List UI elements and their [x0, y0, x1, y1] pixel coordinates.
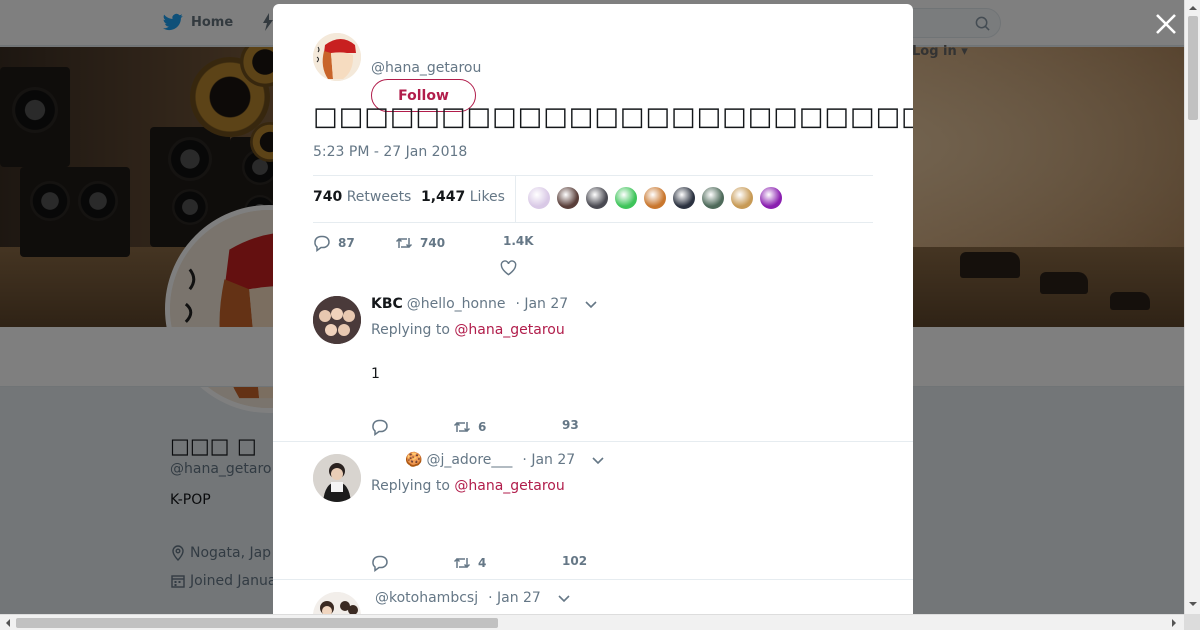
reply-icon: [314, 235, 330, 252]
retweet-count: 740: [420, 236, 446, 250]
chevron-down-icon[interactable]: [591, 455, 605, 465]
liker-avatars: [527, 186, 783, 210]
retweet-count: 4: [478, 556, 487, 570]
liker-avatar[interactable]: [730, 186, 754, 210]
reply-icon: [372, 419, 388, 436]
tweet-text: □□□□□□□□□□□□□□□□□□□□□□□□□□□□□□□□□□□□□□□□…: [313, 102, 913, 132]
replying-to-link[interactable]: @hana_getarou: [454, 322, 564, 338]
reply-date[interactable]: · Jan 27: [515, 296, 568, 312]
replying-to-link[interactable]: @hana_getarou: [454, 478, 564, 494]
retweet-stat[interactable]: 740 Retweets: [313, 189, 411, 205]
scroll-down-arrow-icon[interactable]: [1189, 602, 1197, 610]
like-count: 102: [562, 554, 588, 568]
tweet-permalink-modal: @hana_getarou Follow □□□□□□□□□□□□□□□□□□□…: [273, 4, 913, 614]
vertical-scrollbar[interactable]: [1184, 0, 1200, 614]
scroll-left-arrow-icon[interactable]: [2, 619, 10, 627]
like-stat[interactable]: 1,447 Likes: [421, 189, 505, 205]
reply-avatar[interactable]: [313, 296, 361, 344]
chevron-down-icon[interactable]: [557, 593, 571, 603]
scroll-up-arrow-icon[interactable]: [1189, 2, 1197, 10]
liker-avatar[interactable]: [643, 186, 667, 210]
like-action[interactable]: 93: [562, 418, 579, 432]
retweet-action[interactable]: 6: [453, 418, 486, 436]
reply-count: 87: [338, 236, 355, 250]
horizontal-scrollbar[interactable]: [0, 614, 1184, 630]
retweet-stat-count: 740: [313, 189, 343, 205]
replying-prefix: Replying to: [371, 478, 450, 494]
reply-tweet[interactable]: @kotohambcsj · Jan 27: [273, 580, 913, 614]
retweet-count: 6: [478, 420, 487, 434]
like-stat-count: 1,447: [421, 189, 466, 205]
reply-action[interactable]: [371, 418, 389, 436]
tweet-author-avatar[interactable]: [313, 33, 361, 81]
retweet-action[interactable]: 740: [395, 234, 445, 252]
retweet-icon: [453, 557, 471, 569]
reply-date[interactable]: · Jan 27: [488, 590, 541, 606]
stats-divider: [515, 176, 516, 222]
scrollbar-corner: [1184, 614, 1200, 630]
reply-action[interactable]: [371, 554, 389, 572]
liker-avatar[interactable]: [614, 186, 638, 210]
reply-context: Replying to @hana_getarou: [371, 322, 565, 338]
reply-text: 1: [371, 366, 380, 382]
retweet-icon: [453, 421, 471, 433]
reply-action[interactable]: 87: [313, 234, 355, 252]
like-action[interactable]: 102: [562, 554, 587, 568]
reply-author-handle[interactable]: @hello_honne: [407, 296, 506, 312]
reply-tweet[interactable]: KBC @hello_honne · Jan 27 Replying to @h…: [273, 282, 913, 442]
like-count: 93: [562, 418, 579, 432]
close-icon[interactable]: [1152, 10, 1180, 38]
retweet-icon: [395, 237, 413, 249]
like-count: 1.4K: [503, 234, 534, 248]
like-stat-label: Likes: [469, 189, 505, 205]
tweet-stats: 740 Retweets 1,447 Likes: [313, 175, 873, 223]
reply-tweet[interactable]: 🍪 @j_adore___ · Jan 27 Replying to @hana…: [273, 442, 913, 580]
like-action[interactable]: 1.4K: [503, 234, 534, 248]
reply-header: 🍪 @j_adore___ · Jan 27: [405, 452, 605, 468]
liker-avatar[interactable]: [672, 186, 696, 210]
liker-avatar[interactable]: [701, 186, 725, 210]
retweet-stat-label: Retweets: [346, 189, 412, 205]
tweet-author-handle[interactable]: @hana_getarou: [371, 60, 481, 76]
reply-icon: [372, 555, 388, 572]
login-link[interactable]: Log in ▾: [912, 44, 968, 59]
liker-avatar[interactable]: [527, 186, 551, 210]
liker-avatar[interactable]: [556, 186, 580, 210]
liker-avatar[interactable]: [585, 186, 609, 210]
reply-author-name[interactable]: 🍪: [405, 452, 422, 468]
reply-context: Replying to @hana_getarou: [371, 478, 565, 494]
reply-author-handle[interactable]: @j_adore___: [426, 452, 512, 468]
reply-author-handle[interactable]: @kotohambcsj: [375, 590, 478, 606]
retweet-action[interactable]: 4: [453, 554, 486, 572]
reply-avatar[interactable]: [313, 592, 361, 614]
reply-header: KBC @hello_honne · Jan 27: [371, 296, 598, 312]
scroll-right-arrow-icon[interactable]: [1172, 619, 1180, 627]
reply-date[interactable]: · Jan 27: [522, 452, 575, 468]
liker-avatar[interactable]: [759, 186, 783, 210]
reply-header: @kotohambcsj · Jan 27: [375, 590, 571, 606]
chevron-down-icon[interactable]: [584, 299, 598, 309]
reply-author-name[interactable]: KBC: [371, 296, 403, 312]
horizontal-scroll-thumb[interactable]: [16, 618, 498, 628]
heart-icon[interactable]: [500, 260, 517, 276]
replying-prefix: Replying to: [371, 322, 450, 338]
vertical-scroll-thumb[interactable]: [1188, 16, 1198, 120]
tweet-timestamp[interactable]: 5:23 PM - 27 Jan 2018: [313, 144, 467, 160]
reply-avatar[interactable]: [313, 454, 361, 502]
